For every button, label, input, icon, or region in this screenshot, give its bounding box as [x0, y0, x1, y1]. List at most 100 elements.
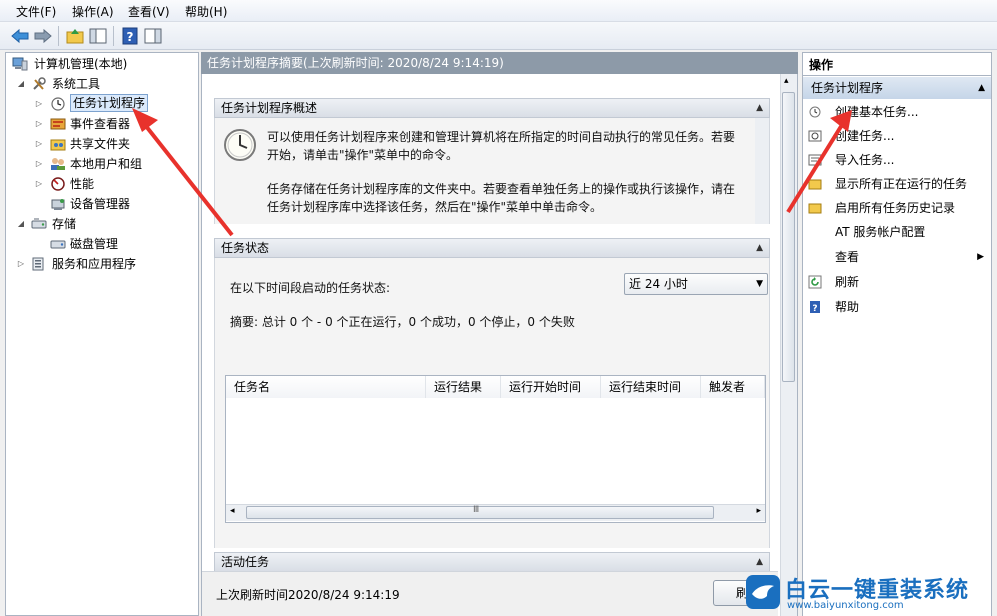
- watermark-url: www.baiyunxitong.com: [787, 600, 904, 611]
- toolbar: ?: [0, 22, 997, 50]
- action-view-menu[interactable]: 查看 ▶: [806, 246, 986, 268]
- overview-section-title: 任务计划程序概述: [221, 101, 318, 115]
- svg-text:?: ?: [127, 30, 134, 44]
- menu-help[interactable]: 帮助(H): [185, 3, 227, 20]
- tree-item-task-scheduler[interactable]: ▷ 任务计划程序: [34, 94, 194, 113]
- tree-item-storage[interactable]: ◢ 存储: [16, 215, 196, 233]
- summary-footer: 上次刷新时间2020/8/24 9:14:19: [202, 571, 778, 616]
- collapse-caret-icon[interactable]: ▲: [756, 553, 763, 571]
- toolbar-separator: [113, 26, 114, 46]
- tree-item-disk-management[interactable]: 磁盘管理: [34, 235, 194, 253]
- tree-item-label: 系统工具: [52, 77, 101, 91]
- action-create-basic-task[interactable]: 创建基本任务...: [806, 101, 986, 123]
- storage-icon: [31, 218, 47, 229]
- action-at-service-account[interactable]: AT 服务帐户配置: [806, 221, 986, 243]
- active-tasks-section-title: 活动任务: [221, 555, 270, 569]
- show-hide-tree-icon[interactable]: [88, 26, 108, 46]
- expand-triangle-icon[interactable]: ▷: [16, 255, 26, 273]
- active-tasks-section-header[interactable]: 活动任务 ▲: [214, 552, 770, 572]
- menu-bar: 文件(F) 操作(A) 查看(V) 帮助(H): [0, 0, 997, 22]
- action-label: 创建基本任务...: [835, 105, 919, 119]
- action-label: 显示所有正在运行的任务: [835, 177, 968, 191]
- vertical-scroll-thumb[interactable]: [782, 92, 795, 382]
- scroll-up-arrow-icon[interactable]: ▴: [784, 76, 789, 86]
- import-icon: [808, 154, 822, 166]
- action-help[interactable]: ? 帮助: [806, 296, 986, 318]
- task-status-section-header[interactable]: 任务状态 ▲: [214, 238, 770, 258]
- scroll-grip: Ⅲ: [473, 505, 480, 515]
- tree-item-event-viewer[interactable]: ▷ 事件查看器: [34, 115, 194, 133]
- tree-item-performance[interactable]: ▷ 性能: [34, 175, 194, 193]
- menu-action[interactable]: 操作(A): [72, 3, 114, 20]
- column-header-run-end[interactable]: 运行结束时间: [601, 376, 701, 398]
- tree-item-label: 本地用户和组: [70, 157, 143, 171]
- tree-item-label: 共享文件夹: [70, 137, 131, 151]
- status-period-label: 在以下时间段启动的任务状态:: [230, 281, 391, 295]
- menu-view[interactable]: 查看(V): [128, 3, 170, 20]
- time-period-dropdown[interactable]: 近 24 小时 ▼: [624, 273, 768, 295]
- expand-triangle-icon[interactable]: ▷: [34, 95, 44, 113]
- create-task-icon: [808, 130, 822, 142]
- tree-item-label: 任务计划程序: [70, 94, 149, 112]
- column-header-triggered-by[interactable]: 触发者: [701, 376, 765, 398]
- collapse-caret-icon[interactable]: ▲: [978, 77, 985, 99]
- column-header-run-result[interactable]: 运行结果: [426, 376, 501, 398]
- expand-triangle-icon[interactable]: ▷: [34, 135, 44, 153]
- collapse-caret-icon[interactable]: ▲: [756, 239, 763, 257]
- expand-triangle-icon[interactable]: ▷: [34, 115, 44, 133]
- back-arrow-icon[interactable]: [10, 26, 30, 46]
- tree-item-system-tools[interactable]: ◢ 系统工具: [16, 75, 196, 93]
- overview-scrollbar[interactable]: [755, 118, 769, 224]
- up-folder-icon[interactable]: [65, 26, 85, 46]
- folder-icon: [808, 179, 822, 190]
- scroll-right-arrow-icon[interactable]: ▸: [756, 506, 761, 516]
- status-summary: 摘要: 总计 0 个 - 0 个正在运行，0 个成功，0 个停止，0 个失败: [230, 315, 575, 329]
- forward-arrow-icon[interactable]: [33, 26, 53, 46]
- action-label: AT 服务帐户配置: [835, 225, 926, 239]
- show-hide-action-pane-icon[interactable]: [143, 26, 163, 46]
- column-header-task-name[interactable]: 任务名: [226, 376, 426, 398]
- collapse-triangle-icon[interactable]: ◢: [16, 75, 26, 93]
- actions-section-header[interactable]: 任务计划程序 ▲: [803, 77, 991, 99]
- tree-item-root[interactable]: 计算机管理(本地): [12, 55, 192, 73]
- tree-item-shared-folders[interactable]: ▷ 共享文件夹: [34, 135, 194, 153]
- overview-paragraph-1-line-1: 可以使用任务计划程序来创建和管理计算机将在所指定的时间自动执行的常见任务。若要: [267, 130, 736, 144]
- task-status-section-title: 任务状态: [221, 241, 270, 255]
- summary-pane: 任务计划程序概述 ▲ 可以使用任务计划程序来创建和管理计算机将在所指定的时间自动…: [201, 74, 798, 616]
- scroll-left-arrow-icon[interactable]: ◂: [230, 506, 235, 516]
- folder-icon: [808, 203, 822, 214]
- overview-section-header[interactable]: 任务计划程序概述 ▲: [214, 98, 770, 118]
- clock-icon: [51, 97, 65, 111]
- tree-item-label: 事件查看器: [70, 117, 131, 131]
- expand-triangle-icon[interactable]: ▷: [34, 155, 44, 173]
- action-enable-task-history[interactable]: 启用所有任务历史记录: [806, 197, 986, 219]
- tree-item-label: 服务和应用程序: [52, 257, 137, 271]
- tree-item-local-users[interactable]: ▷ 本地用户和组: [34, 155, 194, 173]
- action-import-task[interactable]: 导入任务...: [806, 149, 986, 171]
- computer-icon: [12, 57, 28, 71]
- tree-item-services-apps[interactable]: ▷ 服务和应用程序: [16, 255, 196, 273]
- tree-item-label: 性能: [70, 177, 95, 191]
- collapse-caret-icon[interactable]: ▲: [756, 99, 763, 117]
- submenu-arrow-icon: ▶: [977, 252, 984, 262]
- tree-item-label: 设备管理器: [70, 197, 131, 211]
- action-label: 刷新: [835, 275, 860, 289]
- column-header-run-start[interactable]: 运行开始时间: [501, 376, 601, 398]
- horizontal-scroll-thumb[interactable]: Ⅲ: [246, 505, 714, 519]
- help-icon[interactable]: ?: [120, 26, 140, 46]
- shared-folder-icon: [50, 139, 66, 151]
- action-show-running-tasks[interactable]: 显示所有正在运行的任务: [806, 173, 986, 195]
- expand-triangle-icon[interactable]: ▷: [34, 175, 44, 193]
- action-create-task[interactable]: 创建任务...: [806, 125, 986, 147]
- menu-file[interactable]: 文件(F): [16, 3, 56, 20]
- dropdown-value: 近 24 小时: [629, 277, 688, 291]
- help-icon: ?: [810, 301, 820, 314]
- tree-item-device-manager[interactable]: 设备管理器: [34, 195, 194, 213]
- action-label: 导入任务...: [835, 153, 895, 167]
- collapse-triangle-icon[interactable]: ◢: [16, 215, 26, 233]
- action-refresh[interactable]: 刷新: [806, 271, 986, 293]
- clock-small-icon: [809, 106, 821, 118]
- refresh-icon: [808, 275, 822, 289]
- watermark: 白云一键重装系统 www.baiyunxitong.com: [745, 572, 995, 616]
- bird-logo-icon: [746, 575, 780, 609]
